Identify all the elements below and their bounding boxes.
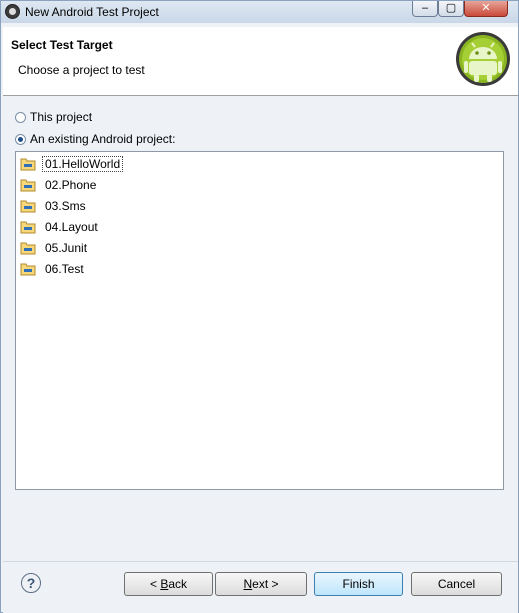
page-title: Select Test Target — [11, 38, 113, 52]
window-title: New Android Test Project — [25, 5, 159, 19]
project-folder-icon — [20, 242, 36, 255]
wizard-body: This project An existing Android project… — [3, 96, 518, 564]
project-folder-icon — [20, 158, 36, 171]
project-item-label: 02.Phone — [45, 178, 97, 192]
project-item-label: 03.Sms — [45, 199, 86, 213]
this-project-option[interactable]: This project — [15, 110, 92, 124]
project-list[interactable]: 01.HelloWorld 02.Phone 03.Sms 04.Layout … — [15, 151, 504, 490]
project-item-label: 06.Test — [45, 262, 84, 276]
project-folder-icon — [20, 221, 36, 234]
project-item[interactable]: 05.Junit — [20, 239, 90, 257]
help-icon[interactable]: ? — [21, 573, 41, 593]
title-bar[interactable]: New Android Test Project ‒ ▢ ✕ — [1, 1, 518, 23]
page-description: Choose a project to test — [18, 63, 145, 77]
next-button[interactable]: Next > — [215, 572, 307, 596]
this-project-radio[interactable] — [15, 111, 26, 123]
button-bar: ? < Back Next > Finish Cancel — [3, 561, 518, 613]
eclipse-icon — [5, 4, 20, 19]
project-item-label: 05.Junit — [45, 241, 88, 255]
android-logo-icon — [456, 32, 510, 86]
project-folder-icon — [20, 200, 36, 213]
project-item[interactable]: 06.Test — [20, 260, 87, 278]
close-button[interactable]: ✕ — [464, 1, 508, 17]
existing-project-option[interactable]: An existing Android project: — [15, 132, 175, 146]
maximize-button[interactable]: ▢ — [438, 1, 464, 17]
back-rest: ack — [168, 577, 188, 591]
project-folder-icon — [20, 179, 36, 192]
project-item[interactable]: 04.Layout — [20, 218, 101, 236]
cancel-button[interactable]: Cancel — [411, 572, 502, 596]
next-accel: N — [243, 577, 253, 591]
project-folder-icon — [20, 263, 36, 276]
project-item-label: 01.HelloWorld — [42, 156, 124, 172]
existing-project-label: An existing Android project: — [30, 132, 176, 146]
back-prefix: < — [149, 577, 161, 591]
finish-button[interactable]: Finish — [314, 572, 403, 596]
project-item[interactable]: 03.Sms — [20, 197, 89, 215]
minimize-button[interactable]: ‒ — [412, 1, 438, 17]
this-project-label: This project — [30, 110, 93, 124]
project-item[interactable]: 02.Phone — [20, 176, 99, 194]
project-item-label: 04.Layout — [45, 220, 98, 234]
wizard-header: Select Test Target Choose a project to t… — [3, 27, 518, 96]
existing-project-radio[interactable] — [15, 133, 26, 145]
back-button[interactable]: < Back — [124, 572, 213, 596]
project-item[interactable]: 01.HelloWorld — [20, 155, 124, 173]
next-rest: ext > — [252, 577, 279, 591]
dialog-window: New Android Test Project ‒ ▢ ✕ Select Te… — [0, 0, 519, 613]
